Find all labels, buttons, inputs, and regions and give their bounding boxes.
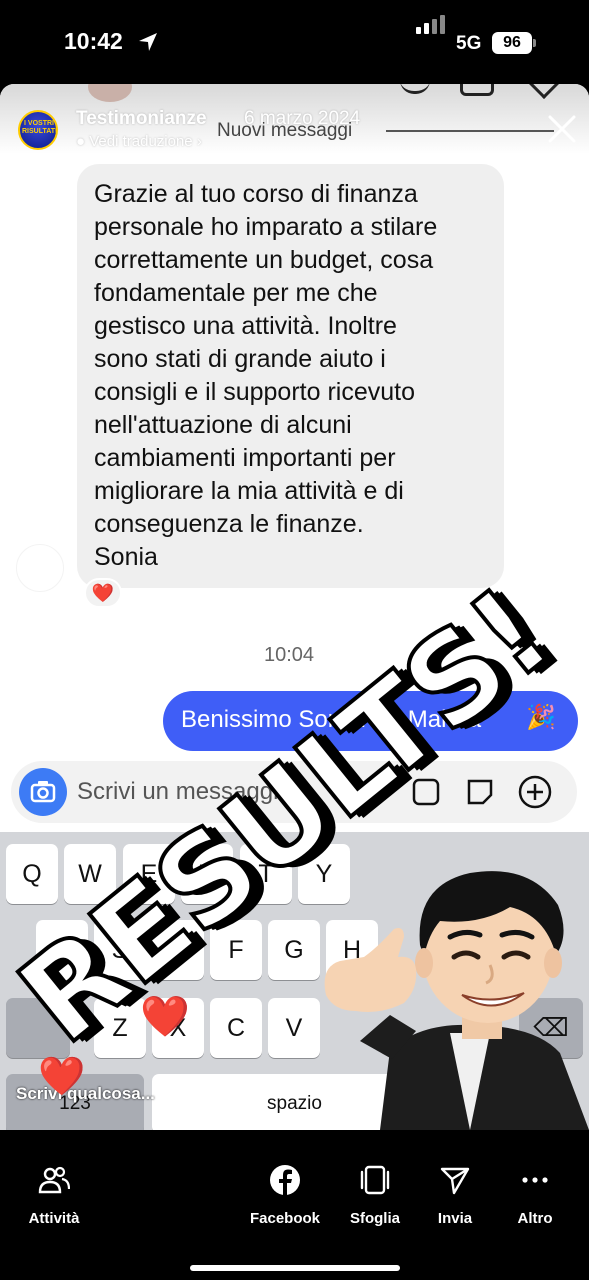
plus-icon[interactable] — [517, 774, 553, 810]
location-arrow-icon — [139, 33, 157, 51]
memoji-sticker-icon[interactable] — [320, 845, 589, 1130]
home-indicator[interactable] — [190, 1265, 400, 1271]
heart-sticker-icon: ❤️ — [140, 995, 190, 1039]
status-time: 10:42 — [64, 28, 123, 54]
heart-icon: ❤️ — [91, 583, 115, 603]
key-v[interactable]: V — [268, 998, 320, 1058]
battery-icon: 96 — [492, 32, 532, 54]
key-g[interactable]: G — [268, 920, 320, 980]
heart-sticker-icon: ❤️ — [38, 1056, 86, 1098]
activity-label: Attività — [28, 1210, 80, 1227]
story-bottom-bar: Attività Facebook Sfoglia Invia Altro — [0, 1130, 589, 1280]
key-q[interactable]: Q — [6, 844, 58, 904]
camera-button[interactable] — [19, 768, 67, 816]
browse-label: Sfoglia — [349, 1210, 400, 1227]
facebook-label: Facebook — [249, 1210, 321, 1227]
send-label: Invia — [437, 1210, 473, 1227]
background-video-icon — [460, 84, 494, 96]
close-icon[interactable] — [547, 114, 577, 144]
facebook-icon — [270, 1165, 300, 1195]
status-bar: 10:42 5G 96 — [0, 0, 589, 84]
send-icon — [440, 1167, 470, 1195]
received-message-text: Grazie al tuo corso di finanza personale… — [94, 180, 438, 571]
story-date: 6 marzo 2024 — [244, 108, 361, 129]
story-title[interactable]: Testimonianze — [76, 108, 207, 130]
received-message-bubble[interactable]: Grazie al tuo corso di finanza personale… — [77, 164, 504, 588]
browse-icon — [360, 1165, 390, 1195]
people-icon — [38, 1166, 70, 1194]
story-avatar[interactable]: I VOSTRI RISULTATI — [18, 110, 58, 150]
translate-link[interactable]: ● Vedi traduzione › — [76, 133, 202, 150]
globe-icon: ● — [76, 133, 90, 150]
translate-label: Vedi traduzione — [89, 133, 193, 150]
keyboard-hint: Scrivi qualcosa... — [16, 1084, 155, 1103]
divider-line — [386, 130, 554, 132]
message-timestamp: 10:04 — [264, 644, 315, 666]
battery-tip — [533, 39, 536, 47]
story-avatar-text: I VOSTRI RISULTATI — [22, 120, 57, 135]
sticker-icon[interactable] — [465, 777, 495, 807]
sender-avatar[interactable] — [16, 544, 64, 592]
chevron-right-icon: › — [192, 133, 202, 150]
network-label: 5G — [456, 33, 482, 54]
more-icon — [522, 1177, 548, 1183]
key-c[interactable]: C — [210, 998, 262, 1058]
heart-reaction[interactable]: ❤️ — [84, 578, 122, 608]
camera-icon — [30, 781, 56, 803]
more-label: Altro — [517, 1210, 553, 1227]
